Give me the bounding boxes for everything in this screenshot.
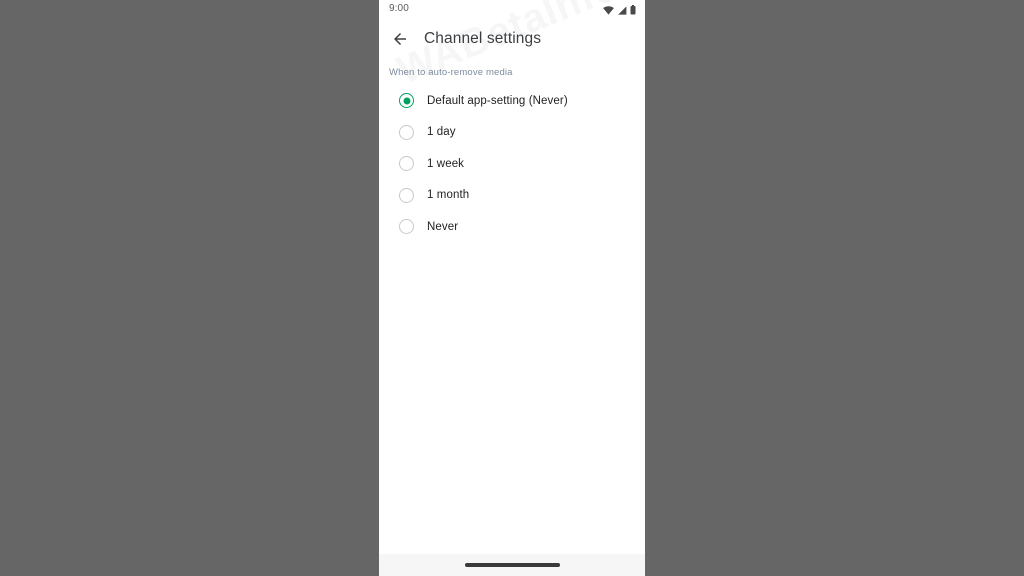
- status-bar-icons: [603, 4, 636, 15]
- page-title: Channel settings: [424, 30, 542, 47]
- radio-option-never[interactable]: Never: [379, 211, 645, 243]
- auto-remove-media-radio-group: Default app-setting (Never) 1 day 1 week…: [379, 85, 645, 243]
- radio-option-default-app-setting[interactable]: Default app-setting (Never): [379, 85, 645, 117]
- radio-button-icon[interactable]: [399, 93, 414, 109]
- radio-button-icon[interactable]: [399, 219, 414, 235]
- radio-option-label: Default app-setting (Never): [427, 94, 568, 107]
- system-navigation-bar: [379, 554, 645, 576]
- radio-button-icon[interactable]: [399, 187, 414, 203]
- radio-option-label: 1 week: [427, 157, 465, 170]
- radio-option-1-day[interactable]: 1 day: [379, 117, 645, 149]
- status-bar-clock: 9:00: [389, 3, 409, 14]
- gesture-home-pill[interactable]: [464, 563, 560, 567]
- wifi-icon: [603, 6, 614, 15]
- status-bar: 9:00: [379, 0, 645, 19]
- radio-option-1-week[interactable]: 1 week: [379, 148, 645, 180]
- battery-icon: [630, 5, 636, 15]
- radio-option-label: 1 day: [427, 126, 456, 139]
- radio-option-label: 1 month: [427, 189, 470, 202]
- radio-button-icon[interactable]: [399, 124, 414, 140]
- radio-option-label: Never: [427, 220, 459, 233]
- back-arrow-icon: [394, 33, 406, 45]
- section-header: When to auto-remove media: [389, 67, 513, 78]
- phone-screen: 9:00 Channel settings WABetaInfo When to…: [379, 0, 645, 576]
- app-bar: Channel settings: [379, 19, 645, 59]
- cellular-signal-icon: [618, 6, 627, 15]
- back-button[interactable]: [388, 27, 412, 51]
- radio-button-icon[interactable]: [399, 156, 414, 172]
- radio-option-1-month[interactable]: 1 month: [379, 180, 645, 212]
